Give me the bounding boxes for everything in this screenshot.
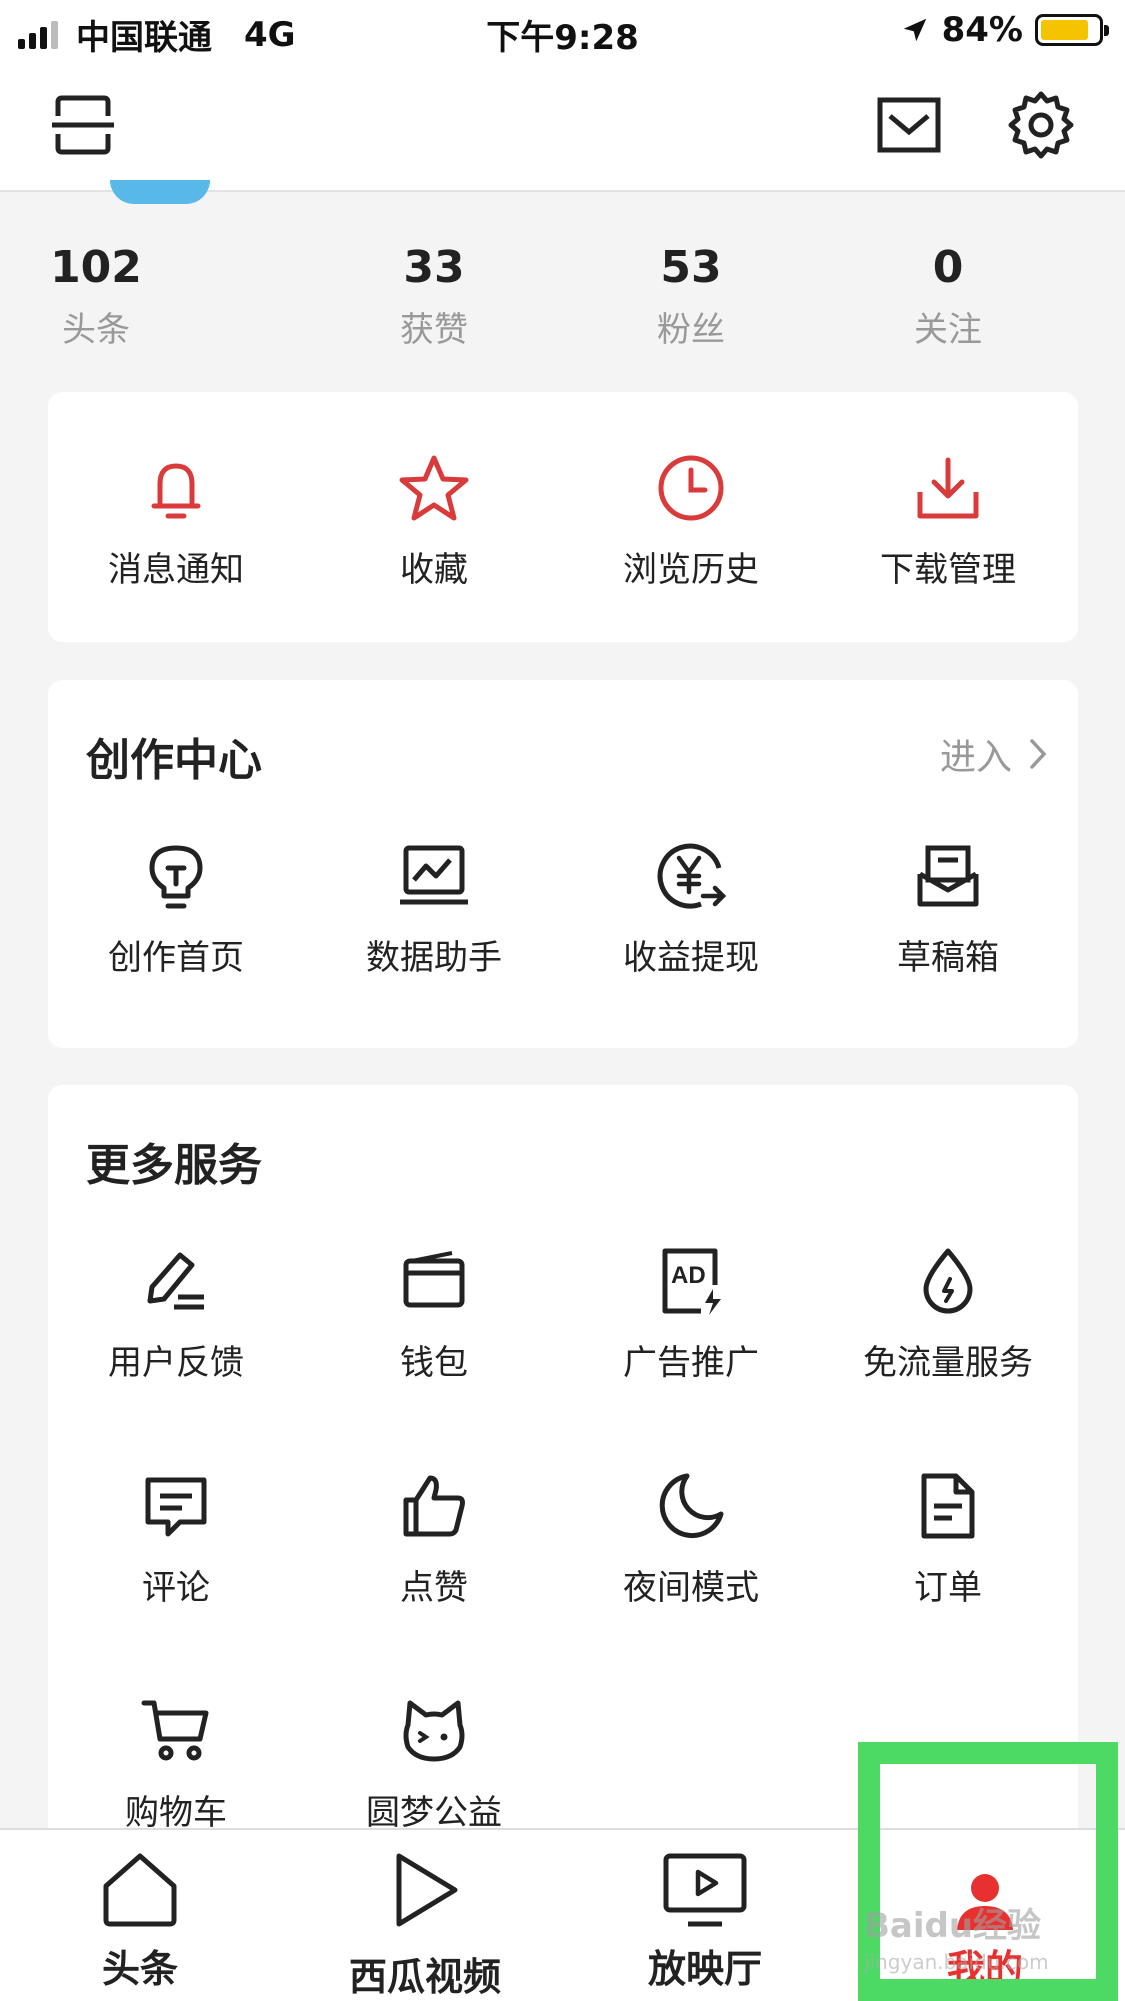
tv-icon (663, 1853, 747, 1927)
service-charity[interactable]: 圆梦公益 (334, 1695, 534, 1834)
service-label: 圆梦公益 (366, 1793, 502, 1833)
service-label: 免流量服务 (863, 1343, 1033, 1383)
nav-label: 西瓜视频 (348, 1955, 501, 1999)
creation-item-label: 数据助手 (366, 938, 502, 978)
quick-action-label: 下载管理 (880, 550, 1016, 590)
watermark-url: jingyan.baidu.com (864, 1950, 1049, 1974)
lightbulb-icon (149, 845, 203, 909)
quick-action-label: 消息通知 (108, 550, 244, 590)
clock: 下午9:28 (486, 18, 639, 58)
chart-laptop-icon (400, 845, 468, 905)
more-services-title: 更多服务 (86, 1140, 262, 1191)
stat-label: 粉丝 (657, 310, 725, 350)
service-ads[interactable]: AD 广告推广 (591, 1245, 791, 1384)
more-services-card: 更多服务 用户反馈 钱包 AD 广告推广 免流量服务 评论 点赞 夜间模式 订单… (48, 1085, 1078, 1845)
ad-icon: AD (662, 1248, 721, 1315)
download-icon (917, 457, 979, 519)
service-label: 夜间模式 (623, 1568, 759, 1608)
service-night-mode[interactable]: 夜间模式 (591, 1470, 791, 1609)
stat-followers[interactable]: 53 粉丝 (591, 240, 791, 351)
quick-action-history[interactable]: 浏览历史 (591, 452, 791, 591)
stat-value: 33 (403, 242, 465, 293)
nav-video[interactable]: 西瓜视频 (330, 1850, 520, 2001)
battery-icon (1035, 14, 1109, 46)
stat-following[interactable]: 0 关注 (848, 240, 1048, 351)
document-icon (921, 1473, 975, 1539)
nav-theater[interactable]: 放映厅 (620, 1850, 790, 1993)
wallet-icon (403, 1251, 465, 1308)
creation-item-drafts[interactable]: 草稿箱 (848, 840, 1048, 979)
service-label: 广告推广 (623, 1343, 759, 1383)
clock-icon (658, 455, 724, 521)
creation-item-label: 创作首页 (108, 938, 244, 978)
star-icon (399, 455, 469, 521)
creation-center-card: 创作中心 进入 创作首页 数据助手 收益提现 草稿箱 (48, 680, 1078, 1048)
service-likes[interactable]: 点赞 (334, 1470, 534, 1609)
service-label: 评论 (142, 1568, 210, 1608)
creation-center-title: 创作中心 (86, 735, 262, 786)
stat-label: 关注 (914, 310, 982, 350)
cart-icon (141, 1700, 209, 1761)
stat-value: 102 (50, 242, 142, 293)
avatar[interactable] (110, 180, 210, 204)
battery-percent: 84% (941, 10, 1023, 50)
quick-action-downloads[interactable]: 下载管理 (848, 452, 1048, 591)
nav-home[interactable]: 头条 (60, 1850, 220, 1993)
service-comments[interactable]: 评论 (76, 1470, 276, 1609)
chevron-right-icon (1030, 739, 1047, 769)
drop-icon (923, 1248, 973, 1314)
quick-action-label: 收藏 (400, 550, 468, 590)
nav-label: 头条 (101, 1947, 178, 1991)
service-orders[interactable]: 订单 (848, 1470, 1048, 1609)
service-feedback[interactable]: 用户反馈 (76, 1245, 276, 1384)
service-label: 点赞 (400, 1568, 468, 1608)
quick-action-notifications[interactable]: 消息通知 (76, 452, 276, 591)
service-cart[interactable]: 购物车 (76, 1695, 276, 1834)
service-label: 购物车 (125, 1793, 227, 1833)
stat-label: 获赞 (400, 310, 468, 350)
creation-center-enter-link[interactable]: 进入 (940, 728, 1048, 780)
stat-value: 53 (660, 242, 722, 293)
comment-icon (145, 1477, 207, 1537)
stat-headlines[interactable]: 102 头条 (0, 240, 196, 351)
creation-item-label: 草稿箱 (897, 938, 999, 978)
gear-icon[interactable] (1006, 90, 1076, 160)
home-icon (103, 1853, 177, 1927)
creation-item-home[interactable]: 创作首页 (76, 840, 276, 979)
stat-value: 0 (932, 242, 964, 293)
service-label: 用户反馈 (108, 1343, 244, 1383)
thumbs-up-icon (403, 1475, 465, 1537)
yen-icon (657, 843, 727, 909)
pen-icon (147, 1252, 204, 1310)
status-bar: 中国联通 4G 下午9:28 84% (0, 0, 1125, 62)
nav-label: 放映厅 (647, 1947, 762, 1991)
scan-icon[interactable] (48, 90, 118, 160)
bell-icon (151, 463, 201, 519)
watermark: Baidu经验 (864, 1906, 1042, 1946)
cat-face-icon (403, 1700, 465, 1762)
creation-item-data[interactable]: 数据助手 (334, 840, 534, 979)
inbox-icon (917, 845, 979, 907)
enter-label: 进入 (939, 737, 1012, 778)
moon-icon (659, 1473, 724, 1538)
mail-icon[interactable] (874, 90, 944, 160)
service-label: 钱包 (400, 1343, 468, 1383)
play-icon (396, 1853, 458, 1927)
service-label: 订单 (914, 1568, 982, 1608)
service-wallet[interactable]: 钱包 (334, 1245, 534, 1384)
location-arrow-icon (903, 18, 926, 42)
creation-item-label: 收益提现 (623, 938, 759, 978)
quick-actions-card: 消息通知 收藏 浏览历史 下载管理 (48, 392, 1078, 642)
service-free-data[interactable]: 免流量服务 (848, 1245, 1048, 1384)
creation-item-earnings[interactable]: 收益提现 (591, 840, 791, 979)
stat-label: 头条 (62, 310, 130, 350)
stat-likes[interactable]: 33 获赞 (334, 240, 534, 351)
quick-action-label: 浏览历史 (623, 550, 759, 590)
svg-text:AD: AD (671, 1262, 706, 1289)
top-toolbar (0, 62, 1125, 192)
quick-action-favorites[interactable]: 收藏 (334, 452, 534, 591)
